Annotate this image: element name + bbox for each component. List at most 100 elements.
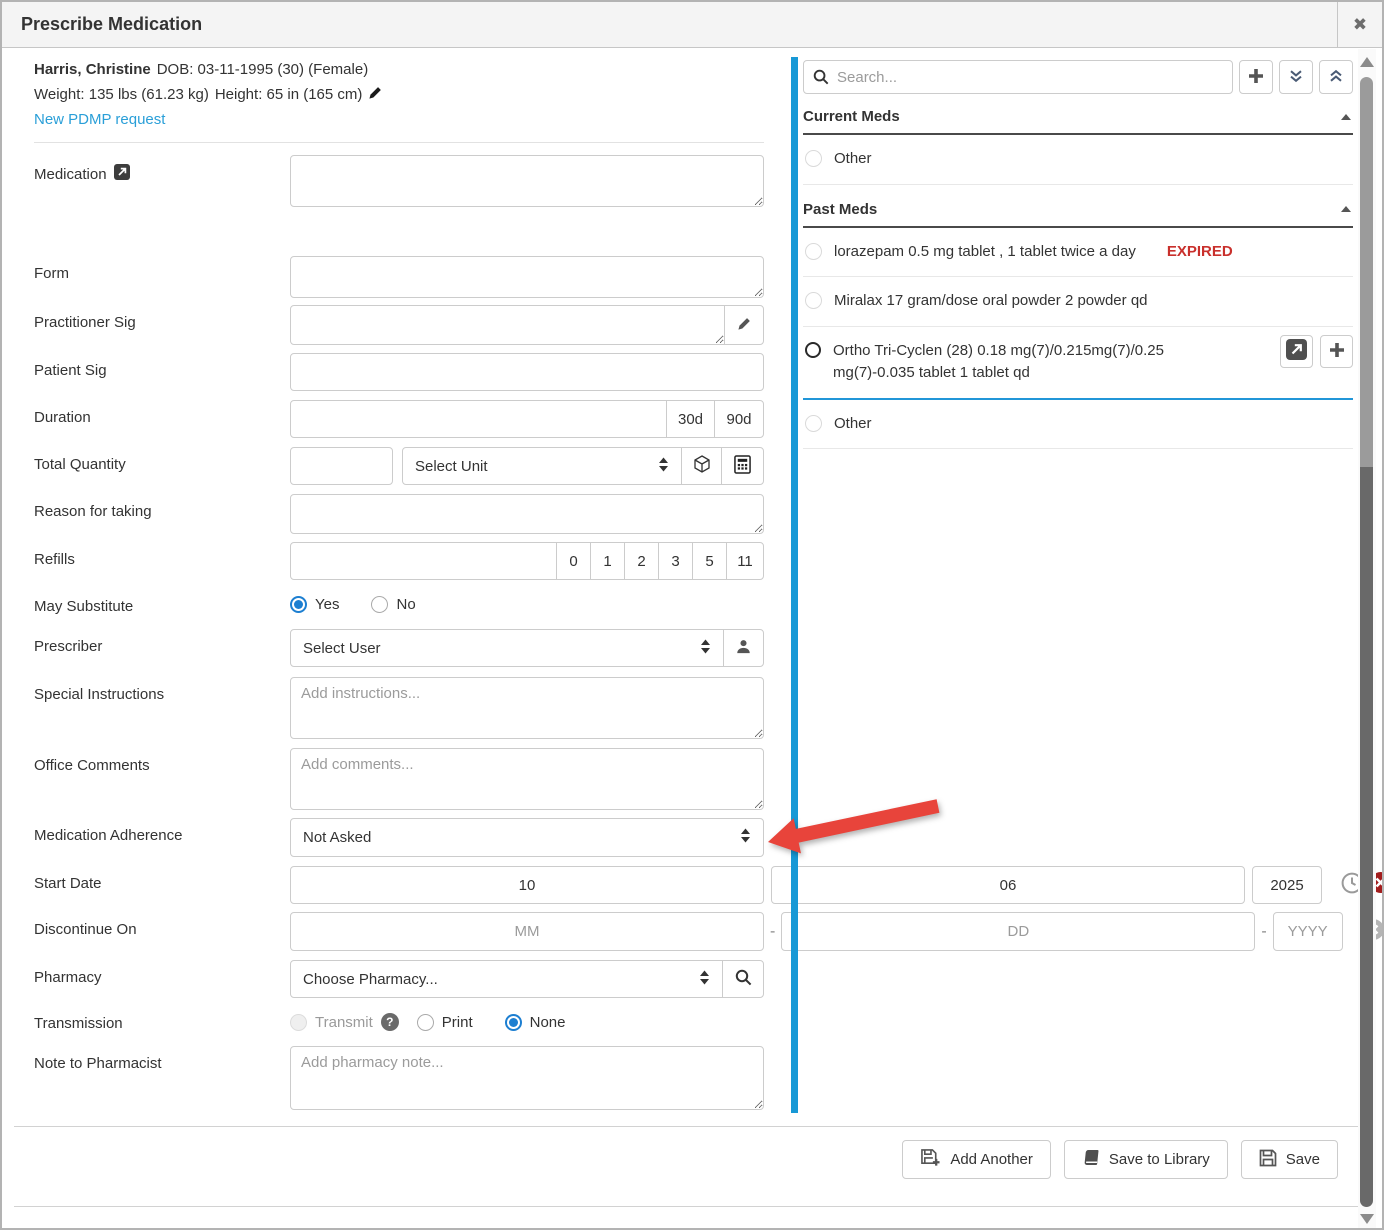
refills-label: Refills [34, 551, 75, 568]
duration-input[interactable] [290, 400, 667, 438]
reason-input[interactable] [290, 494, 764, 534]
refills-2-button[interactable]: 2 [624, 542, 659, 580]
form-label: Form [34, 265, 69, 282]
meds-search-input[interactable] [803, 60, 1233, 94]
prescriber-select[interactable]: Select User [290, 629, 724, 667]
save-to-library-button[interactable]: Save to Library [1064, 1140, 1228, 1179]
pharmacy-select-value: Choose Pharmacy... [303, 971, 438, 988]
may-substitute-no-radio[interactable] [371, 596, 388, 613]
refills-1-button[interactable]: 1 [590, 542, 625, 580]
scrollbar-thumb[interactable] [1360, 467, 1373, 1207]
past-other-label: Other [834, 413, 872, 436]
scroll-down-arrow[interactable] [1360, 1214, 1374, 1224]
duration-30d-button[interactable]: 30d [666, 400, 715, 438]
transmission-label: Transmission [34, 1015, 123, 1032]
past-meds-header[interactable]: Past Meds [803, 185, 1353, 228]
prescribe-medication-dialog: Prescribe Medication ✖ Harris, Christine… [0, 0, 1384, 1230]
past-med-text: Miralax 17 gram/dose oral powder 2 powde… [834, 290, 1148, 313]
transmission-print-radio[interactable] [417, 1014, 434, 1031]
patient-sig-input[interactable] [290, 353, 764, 391]
pencil-icon [737, 316, 752, 335]
dialog-title: Prescribe Medication [2, 14, 202, 35]
refills-0-button[interactable]: 0 [556, 542, 591, 580]
past-med-text: Ortho Tri-Cyclen (28) 0.18 mg(7)/0.215mg… [833, 340, 1231, 385]
special-instructions-input[interactable] [290, 677, 764, 739]
collapse-all-button[interactable] [1279, 60, 1313, 94]
search-icon [735, 969, 752, 990]
duration-90d-button[interactable]: 90d [714, 400, 764, 438]
office-comments-input[interactable] [290, 748, 764, 810]
save-to-library-label: Save to Library [1109, 1151, 1210, 1168]
transmission-transmit-radio[interactable] [290, 1014, 307, 1031]
add-this-med-button[interactable] [1320, 335, 1353, 368]
start-date-label: Start Date [34, 875, 102, 892]
add-another-button[interactable]: Add Another [902, 1140, 1051, 1179]
discontinue-day-input[interactable] [781, 912, 1255, 951]
close-button[interactable]: ✖ [1337, 2, 1382, 48]
past-med-row: Miralax 17 gram/dose oral powder 2 powde… [803, 277, 1353, 327]
edit-vitals-pencil-icon[interactable] [368, 85, 383, 104]
unit-select[interactable]: Select Unit [402, 447, 682, 485]
package-lookup-button[interactable] [681, 447, 722, 485]
meds-panel: Current Meds Other Past Meds lorazepam 0… [803, 60, 1353, 449]
past-med-radio[interactable] [805, 292, 822, 309]
note-to-pharmacist-label: Note to Pharmacist [34, 1055, 162, 1072]
refills-input[interactable] [290, 542, 557, 580]
select-user-button[interactable] [723, 629, 764, 667]
form-input[interactable] [290, 256, 764, 298]
pharmacy-search-button[interactable] [722, 960, 764, 998]
current-meds-title: Current Meds [803, 108, 900, 125]
scrollbar-thumb-upper[interactable] [1360, 77, 1373, 467]
discontinue-month-input[interactable] [290, 912, 764, 951]
date-separator: - [770, 923, 775, 941]
medication-input[interactable] [290, 155, 764, 207]
duration-label: Duration [34, 409, 91, 426]
pharmacy-select[interactable]: Choose Pharmacy... [290, 960, 723, 998]
refills-5-button[interactable]: 5 [692, 542, 727, 580]
refills-11-button[interactable]: 11 [726, 542, 764, 580]
practitioner-sig-label: Practitioner Sig [34, 314, 136, 331]
quantity-calculator-button[interactable] [721, 447, 764, 485]
transmission-none-radio[interactable] [505, 1014, 522, 1031]
total-quantity-input[interactable] [290, 447, 393, 485]
start-year-input[interactable] [1252, 866, 1322, 904]
patient-sig-label: Patient Sig [34, 362, 107, 379]
past-meds-title: Past Meds [803, 201, 877, 218]
transmit-help-icon[interactable]: ? [381, 1013, 399, 1031]
add-another-label: Add Another [950, 1151, 1033, 1168]
scrollbar [1358, 49, 1376, 1230]
open-med-details-button[interactable] [1280, 335, 1313, 368]
current-other-radio[interactable] [805, 150, 822, 167]
save-button[interactable]: Save [1241, 1140, 1338, 1179]
discontinue-year-input[interactable] [1273, 912, 1343, 951]
floppy-save-icon [1259, 1149, 1277, 1171]
start-day-input[interactable] [771, 866, 1245, 904]
new-pdmp-request-link[interactable]: New PDMP request [34, 111, 165, 128]
past-med-radio[interactable] [805, 243, 822, 260]
annotation-arrow [743, 784, 948, 874]
panel-divider-bar [791, 57, 798, 1113]
start-month-input[interactable] [290, 866, 764, 904]
current-meds-header[interactable]: Current Meds [803, 94, 1353, 135]
practitioner-sig-input[interactable] [290, 305, 725, 345]
pharmacy-note-input[interactable] [290, 1046, 764, 1110]
scroll-up-arrow[interactable] [1360, 57, 1374, 67]
patient-weight: Weight: 135 lbs (61.23 kg) [34, 86, 209, 103]
save-plus-icon [920, 1148, 941, 1171]
past-med-radio[interactable] [805, 342, 821, 358]
edit-sig-button[interactable] [724, 305, 764, 345]
medication-external-link-icon[interactable] [114, 164, 130, 184]
double-chevron-down-icon [1288, 68, 1304, 87]
patient-dob: DOB: 03-11-1995 (30) (Female) [157, 61, 368, 78]
may-substitute-yes-radio[interactable] [290, 596, 307, 613]
medication-adherence-select[interactable]: Not Asked [290, 818, 764, 857]
collapse-caret-icon [1341, 114, 1351, 120]
calculator-icon [734, 455, 751, 478]
refills-3-button[interactable]: 3 [658, 542, 693, 580]
double-chevron-up-icon [1328, 68, 1344, 87]
save-label: Save [1286, 1151, 1320, 1168]
expired-badge: EXPIRED [1167, 241, 1233, 264]
expand-all-button[interactable] [1319, 60, 1353, 94]
add-med-button[interactable] [1239, 60, 1273, 94]
past-other-radio[interactable] [805, 415, 822, 432]
